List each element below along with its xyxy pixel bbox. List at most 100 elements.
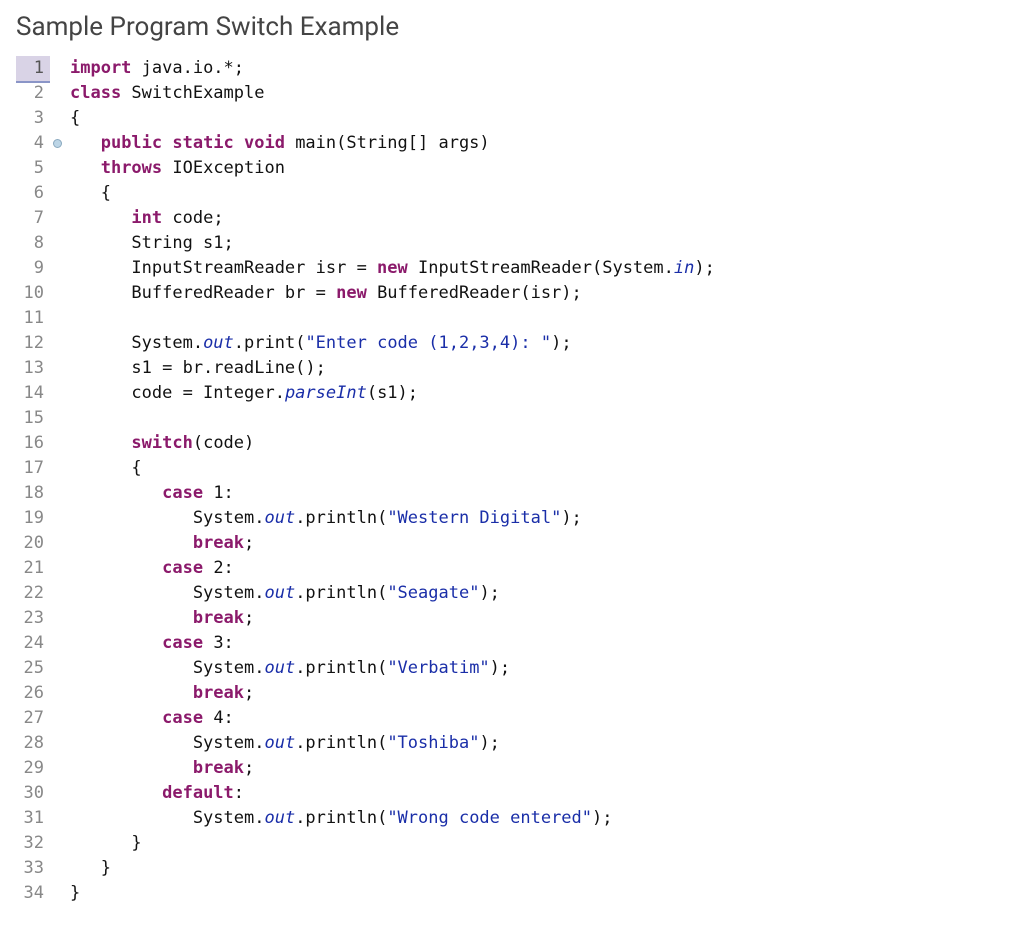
code-content: System.out.println("Seagate"); xyxy=(64,581,500,606)
code-line: 18 case 1: xyxy=(16,481,1008,506)
code-content: switch(code) xyxy=(64,431,254,456)
code-line: 13 s1 = br.readLine(); xyxy=(16,356,1008,381)
code-content: s1 = br.readLine(); xyxy=(64,356,326,381)
line-number: 6 xyxy=(16,181,50,206)
token-pln: IOException xyxy=(162,158,285,178)
code-line: 16 switch(code) xyxy=(16,431,1008,456)
collapse-icon[interactable] xyxy=(53,139,62,148)
token-pln xyxy=(70,133,101,153)
line-number: 25 xyxy=(16,656,50,681)
token-fld: out xyxy=(264,808,295,828)
token-pln: (s1); xyxy=(367,383,418,403)
token-pln xyxy=(70,608,193,628)
token-pln: ); xyxy=(592,808,612,828)
code-content: throws IOException xyxy=(64,156,285,181)
token-pln: String s1; xyxy=(70,233,234,253)
code-line: 4 public static void main(String[] args) xyxy=(16,131,1008,156)
token-kw: break xyxy=(193,758,244,778)
token-pln: ); xyxy=(694,258,714,278)
code-line: 30 default: xyxy=(16,781,1008,806)
token-fld: out xyxy=(264,583,295,603)
token-pln: (code) xyxy=(193,433,254,453)
token-pln: s1 = br.readLine(); xyxy=(70,358,326,378)
token-str: "Western Digital" xyxy=(387,508,561,528)
token-pln: : xyxy=(234,783,244,803)
code-content: import java.io.*; xyxy=(64,56,244,81)
code-content: default: xyxy=(64,781,244,806)
token-pln: ); xyxy=(551,333,571,353)
token-pln: 1: xyxy=(203,483,234,503)
code-content: case 4: xyxy=(64,706,234,731)
token-pln xyxy=(70,483,162,503)
code-line: 19 System.out.println("Western Digital")… xyxy=(16,506,1008,531)
token-str: "Verbatim" xyxy=(387,658,489,678)
code-content: { xyxy=(64,456,142,481)
line-number: 20 xyxy=(16,531,50,556)
token-pln: { xyxy=(70,458,142,478)
code-line: 34} xyxy=(16,881,1008,906)
token-str: "Wrong code entered" xyxy=(387,808,592,828)
page-title: Sample Program Switch Example xyxy=(16,12,1008,42)
line-number: 26 xyxy=(16,681,50,706)
token-pln xyxy=(70,158,101,178)
code-line: 23 break; xyxy=(16,606,1008,631)
token-kw: break xyxy=(193,533,244,553)
token-pln: ; xyxy=(244,608,254,628)
token-pln: ); xyxy=(479,733,499,753)
token-kw: new xyxy=(377,258,408,278)
code-line: 9 InputStreamReader isr = new InputStrea… xyxy=(16,256,1008,281)
page: Sample Program Switch Example 1 import ja… xyxy=(0,0,1024,946)
token-pln: ; xyxy=(244,533,254,553)
line-number: 14 xyxy=(16,381,50,406)
token-fld: out xyxy=(264,508,295,528)
code-line: 27 case 4: xyxy=(16,706,1008,731)
token-kw: public static void xyxy=(101,133,285,153)
code-line: 3{ xyxy=(16,106,1008,131)
line-number: 19 xyxy=(16,506,50,531)
code-line: 15 xyxy=(16,406,1008,431)
line-number: 1 xyxy=(16,56,50,83)
token-pln: code; xyxy=(162,208,223,228)
line-number: 12 xyxy=(16,331,50,356)
line-number: 11 xyxy=(16,306,50,331)
token-pln: .print( xyxy=(234,333,306,353)
token-kw: break xyxy=(193,683,244,703)
fold-marker[interactable] xyxy=(50,139,64,148)
code-line: 11 xyxy=(16,306,1008,331)
token-pln: 2: xyxy=(203,558,234,578)
token-pln: } xyxy=(70,833,142,853)
line-number: 9 xyxy=(16,256,50,281)
token-pln: System. xyxy=(70,508,264,528)
token-pln xyxy=(70,708,162,728)
line-number: 16 xyxy=(16,431,50,456)
code-content: System.out.println("Toshiba"); xyxy=(64,731,500,756)
token-pln xyxy=(70,208,131,228)
code-line: 17 { xyxy=(16,456,1008,481)
token-pln: .println( xyxy=(295,583,387,603)
line-number: 24 xyxy=(16,631,50,656)
token-pln: ); xyxy=(561,508,581,528)
token-kw: case xyxy=(162,483,203,503)
code-line: 22 System.out.println("Seagate"); xyxy=(16,581,1008,606)
token-pln: .println( xyxy=(295,658,387,678)
code-content: case 1: xyxy=(64,481,234,506)
code-line: 14 code = Integer.parseInt(s1); xyxy=(16,381,1008,406)
code-content: case 3: xyxy=(64,631,234,656)
token-fld: in xyxy=(674,258,694,278)
token-pln: } xyxy=(70,883,80,903)
code-content: int code; xyxy=(64,206,224,231)
code-line: 33 } xyxy=(16,856,1008,881)
code-content: InputStreamReader isr = new InputStreamR… xyxy=(64,256,715,281)
token-pln: 3: xyxy=(203,633,234,653)
code-editor: 1import java.io.*;2class SwitchExample3{… xyxy=(16,56,1008,906)
token-pln: SwitchExample xyxy=(121,83,264,103)
code-content: class SwitchExample xyxy=(64,81,264,106)
code-content: code = Integer.parseInt(s1); xyxy=(64,381,418,406)
code-content: String s1; xyxy=(64,231,234,256)
code-content: BufferedReader br = new BufferedReader(i… xyxy=(64,281,582,306)
token-pln: java.io.*; xyxy=(131,58,244,78)
token-kw: switch xyxy=(131,433,192,453)
line-number: 27 xyxy=(16,706,50,731)
token-pln: InputStreamReader(System. xyxy=(408,258,674,278)
code-line: 5 throws IOException xyxy=(16,156,1008,181)
